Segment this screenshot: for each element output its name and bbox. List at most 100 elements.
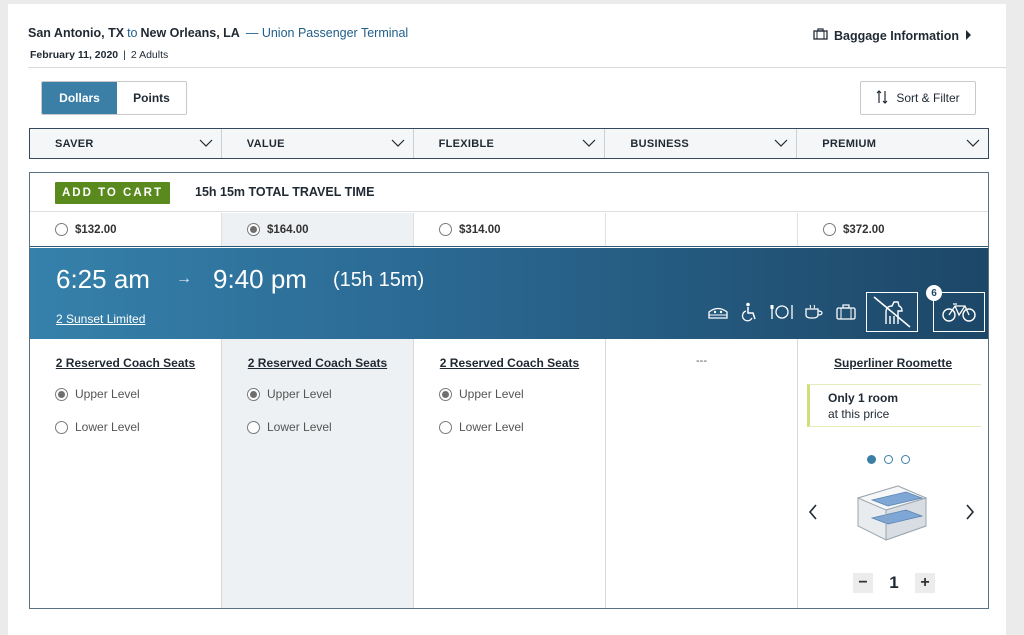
trip-results-page: San Antonio, TX to New Orleans, LA — Union … bbox=[8, 4, 1006, 635]
tab-saver[interactable]: SAVER bbox=[30, 129, 222, 158]
lower-level-option[interactable]: Lower Level bbox=[247, 420, 332, 434]
availability-count: Only 1 room bbox=[828, 391, 899, 405]
level-radio[interactable] bbox=[439, 420, 452, 434]
add-to-cart-button[interactable]: ADD TO CART bbox=[55, 182, 170, 204]
price-value: $314.00 bbox=[459, 223, 501, 236]
price-value-fare[interactable]: $164.00 bbox=[222, 213, 414, 246]
chevron-down-icon bbox=[391, 138, 405, 150]
tab-business[interactable]: BUSINESS bbox=[605, 129, 798, 158]
currency-points-button[interactable]: Points bbox=[117, 82, 186, 114]
fare-price-row: $132.00 $164.00 $314.00 $372.00 bbox=[30, 213, 988, 247]
trip-date-passengers: February 11, 2020 | 2 Adults bbox=[30, 49, 168, 61]
baggage-information-link[interactable]: Baggage Information bbox=[813, 28, 972, 43]
chevron-right-icon[interactable] bbox=[965, 504, 975, 525]
level-radio[interactable] bbox=[247, 420, 260, 434]
tab-label: FLEXIBLE bbox=[438, 137, 495, 150]
result-card-header: ADD TO CART 15h 15m TOTAL TRAVEL TIME bbox=[30, 173, 988, 212]
dining-icon bbox=[770, 300, 794, 324]
carousel-dot-2[interactable] bbox=[884, 455, 893, 464]
accommodation-columns: 2 Reserved Coach Seats Upper Level Lower… bbox=[30, 339, 988, 608]
wheelchair-icon bbox=[738, 300, 762, 324]
room-type-link[interactable]: Superliner Roomette bbox=[798, 356, 988, 370]
carousel-dot-3[interactable] bbox=[901, 455, 910, 464]
tab-value[interactable]: VALUE bbox=[222, 129, 414, 158]
price-saver[interactable]: $132.00 bbox=[30, 213, 222, 246]
route-summary: San Antonio, TX to New Orleans, LA — Union … bbox=[28, 26, 408, 40]
arrival-time: 9:40 pm bbox=[213, 264, 307, 294]
price-flexible[interactable]: $314.00 bbox=[414, 213, 606, 246]
level-label: Lower Level bbox=[75, 420, 140, 434]
destination-city: New Orleans, LA bbox=[140, 26, 240, 40]
origin-city: San Antonio, TX bbox=[28, 26, 125, 40]
flexible-accommodation: 2 Reserved Coach Seats Upper Level Lower… bbox=[414, 339, 606, 608]
level-radio[interactable] bbox=[439, 387, 452, 401]
decrease-quantity-button[interactable]: − bbox=[853, 573, 873, 593]
seat-type-link[interactable]: 2 Reserved Coach Seats bbox=[222, 356, 413, 370]
tab-label: SAVER bbox=[55, 137, 94, 150]
lower-level-option[interactable]: Lower Level bbox=[439, 420, 524, 434]
increase-quantity-button[interactable]: + bbox=[915, 573, 935, 593]
tab-premium[interactable]: PREMIUM bbox=[797, 129, 988, 158]
roomette-illustration bbox=[848, 478, 934, 548]
sleeper-icon bbox=[706, 300, 730, 324]
availability-detail: at this price bbox=[828, 407, 890, 421]
upper-level-option[interactable]: Upper Level bbox=[247, 387, 332, 401]
chevron-down-icon bbox=[774, 138, 788, 150]
quantity-stepper: − 1 + bbox=[853, 573, 935, 593]
sort-arrows-icon bbox=[876, 89, 888, 107]
baggage-label: Baggage Information bbox=[833, 28, 959, 43]
not-available-placeholder: --- bbox=[696, 355, 707, 367]
level-radio[interactable] bbox=[55, 387, 68, 401]
currency-dollars-button[interactable]: Dollars bbox=[42, 82, 117, 114]
price-business bbox=[606, 213, 798, 246]
level-label: Lower Level bbox=[267, 420, 332, 434]
price-value: $132.00 bbox=[75, 223, 117, 236]
suitcase-icon bbox=[813, 28, 828, 43]
bike-count-badge: 6 bbox=[926, 285, 942, 301]
chevron-down-icon bbox=[199, 138, 213, 150]
sort-filter-button[interactable]: Sort & Filter bbox=[860, 81, 976, 115]
cafe-icon bbox=[802, 300, 826, 324]
total-travel-time: 15h 15m TOTAL TRAVEL TIME bbox=[195, 185, 375, 199]
lower-level-option[interactable]: Lower Level bbox=[55, 420, 140, 434]
passenger-count: 2 Adults bbox=[130, 49, 169, 61]
saver-accommodation: 2 Reserved Coach Seats Upper Level Lower… bbox=[30, 339, 222, 608]
currency-toggle: Dollars Points bbox=[41, 81, 187, 115]
tab-label: VALUE bbox=[246, 137, 285, 150]
date-separator: | bbox=[123, 49, 126, 61]
chevron-left-icon[interactable] bbox=[808, 504, 818, 525]
price-premium[interactable]: $372.00 bbox=[798, 213, 988, 246]
tab-flexible[interactable]: FLEXIBLE bbox=[414, 129, 606, 158]
upper-level-option[interactable]: Upper Level bbox=[55, 387, 140, 401]
train-result-card: ADD TO CART 15h 15m TOTAL TRAVEL TIME $1… bbox=[29, 172, 989, 609]
arrow-right-icon: → bbox=[176, 270, 192, 287]
level-label: Lower Level bbox=[459, 420, 524, 434]
seat-type-link[interactable]: 2 Reserved Coach Seats bbox=[414, 356, 605, 370]
luggage-icon bbox=[834, 300, 858, 324]
level-radio[interactable] bbox=[247, 387, 260, 401]
amenity-icons: 6 bbox=[706, 285, 985, 332]
level-radio[interactable] bbox=[55, 420, 68, 434]
level-label: Upper Level bbox=[459, 387, 524, 401]
seat-type-link[interactable]: 2 Reserved Coach Seats bbox=[30, 356, 221, 370]
price-radio[interactable] bbox=[439, 223, 452, 236]
tab-label: PREMIUM bbox=[822, 137, 877, 150]
room-availability-note: Only 1 room at this price bbox=[807, 384, 981, 427]
no-pets-icon bbox=[866, 292, 918, 332]
tab-label: BUSINESS bbox=[630, 137, 690, 150]
header-divider bbox=[28, 67, 1006, 68]
upper-level-option[interactable]: Upper Level bbox=[439, 387, 524, 401]
carousel-dot-1[interactable] bbox=[867, 455, 876, 464]
destination-station: — Union Passenger Terminal bbox=[245, 26, 409, 40]
price-radio[interactable] bbox=[823, 223, 836, 236]
trip-duration: (15h 15m) bbox=[333, 269, 425, 291]
price-value: $164.00 bbox=[267, 223, 309, 236]
price-radio[interactable] bbox=[247, 223, 260, 236]
train-name-link[interactable]: 2 Sunset Limited bbox=[56, 312, 145, 326]
bike-icon bbox=[942, 303, 976, 322]
carousel-dots bbox=[867, 455, 910, 464]
price-radio[interactable] bbox=[55, 223, 68, 236]
value-accommodation: 2 Reserved Coach Seats Upper Level Lower… bbox=[222, 339, 414, 608]
premium-accommodation: Superliner Roomette Only 1 room at this … bbox=[798, 339, 988, 608]
fare-class-tabs: SAVER VALUE FLEXIBLE BUSINESS PREMIUM bbox=[29, 128, 989, 159]
